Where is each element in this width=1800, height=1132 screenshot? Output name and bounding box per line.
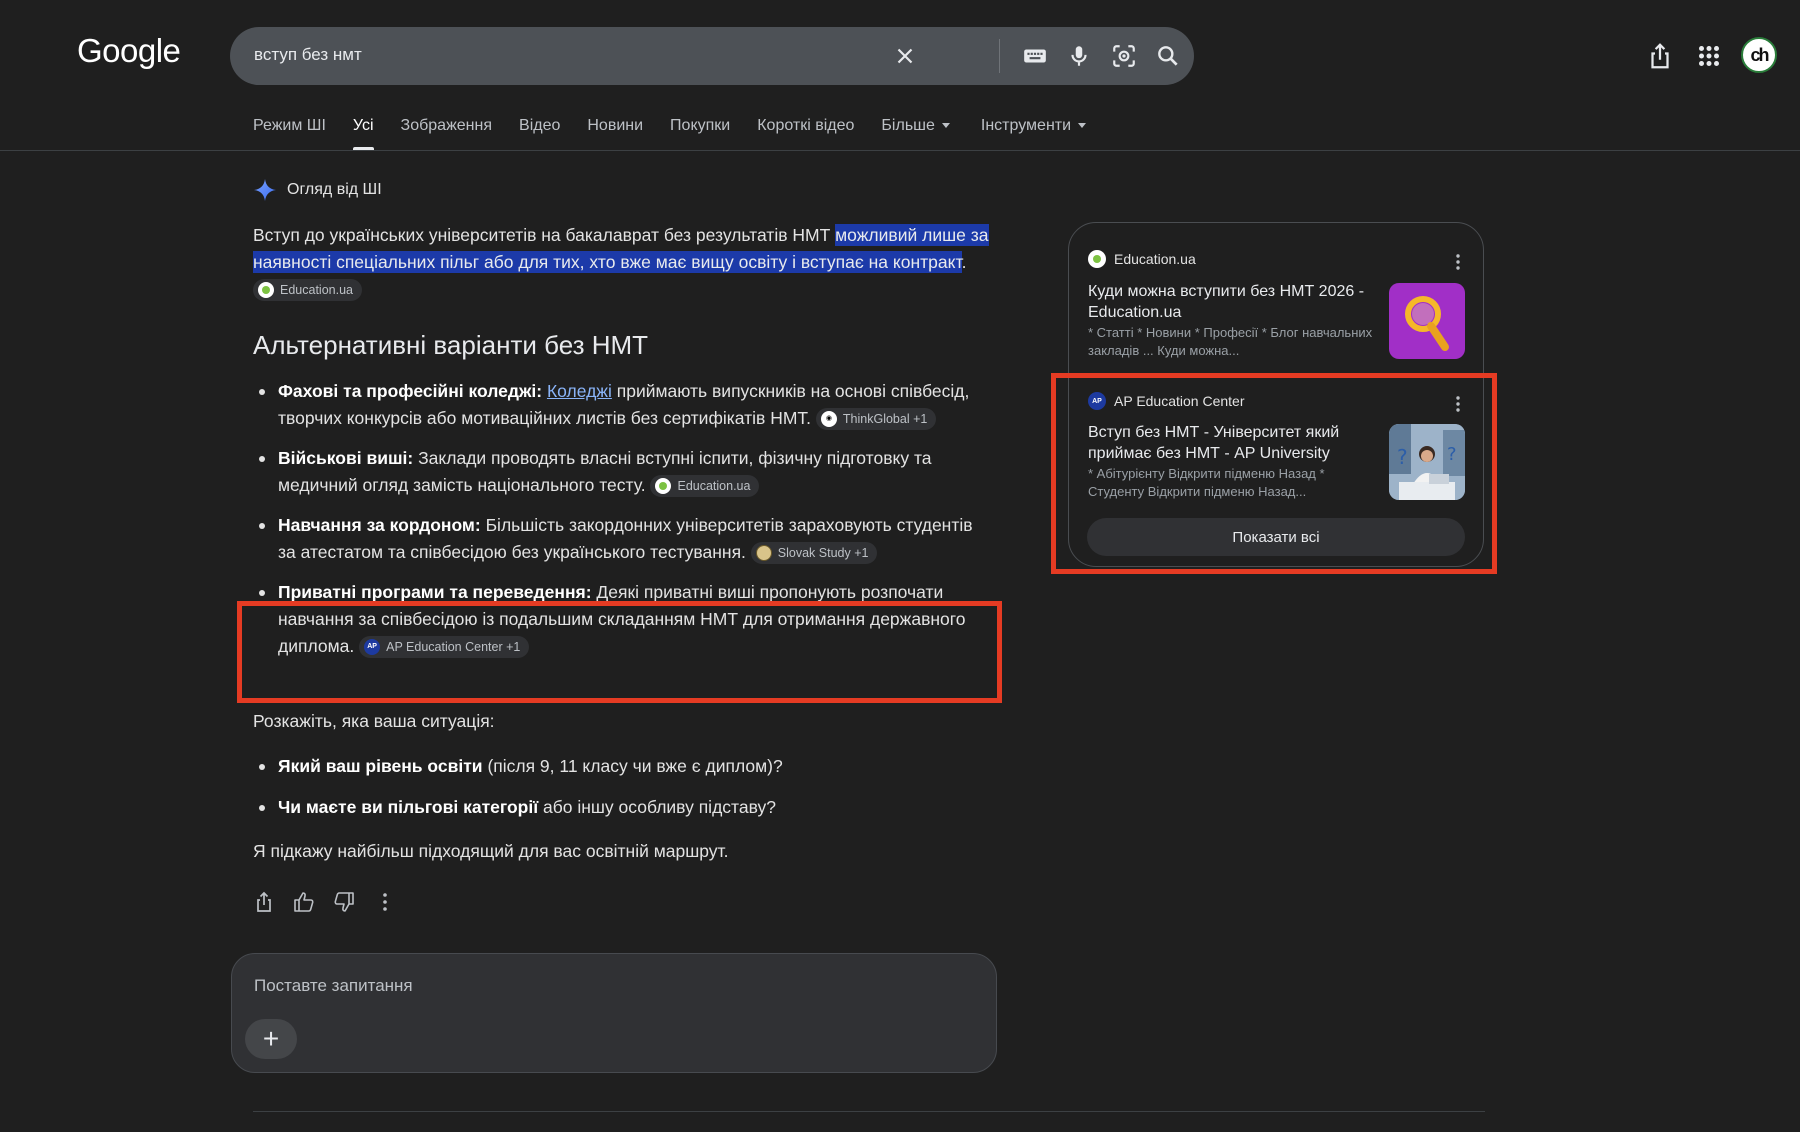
question-text: або іншу особливу підставу? [538,797,776,817]
source-chip-label: ThinkGlobal +1 [842,412,928,427]
ask-followup-box[interactable]: Поставте запитання + [231,953,997,1073]
card-source[interactable]: Education.ua [1088,250,1196,268]
source-chip[interactable]: Education.ua [650,475,760,498]
avatar[interactable]: ch [1741,37,1777,73]
highlight-box [237,601,1002,703]
apps-grid-icon[interactable] [1694,41,1724,71]
question-bold: Чи маєте ви пільгові категорії [278,797,539,817]
search-divider [999,39,1000,73]
tabs-divider [0,150,1800,151]
ask-input[interactable]: Поставте запитання [254,976,413,996]
chevron-down-icon [1078,123,1087,129]
intro-text: Вступ до українських університетів на ба… [253,225,836,245]
tab-all[interactable]: Усі [352,117,374,150]
search-tabs: Режим ШІ Усі Зображення Відео Новини Пок… [253,117,1113,150]
microphone-icon[interactable] [1066,43,1092,69]
source-chip-label: Education.ua [677,479,751,494]
education-ua-icon [1088,250,1106,268]
search-bar[interactable]: вступ без нмт [230,27,1194,85]
slovak-study-icon [755,545,772,562]
plus-icon: + [262,1023,280,1054]
ai-sparkle-icon [254,179,276,201]
search-icon[interactable] [1155,43,1181,69]
lens-icon[interactable] [1111,43,1137,69]
source-chip-label: Slovak Study +1 [777,546,869,561]
ai-overview-title: Огляд від ШІ [287,181,382,198]
item-bold: Фахові та професійні коледжі: [278,381,543,401]
list-item: Навчання за кордоном: Більшість закордон… [253,512,993,566]
avatar-initials: ch [1750,44,1769,65]
section-title: Альтернативні варіанти без НМТ [253,330,649,360]
list-item: Військові виші: Заклади проводять власні… [253,445,993,499]
search-input[interactable]: вступ без нмт [254,45,362,65]
item-bold: Навчання за кордоном: [278,515,481,535]
source-chip[interactable]: Education.ua [253,279,362,302]
source-chip[interactable]: Slovak Study +1 [750,542,878,565]
highlight-box [1051,373,1497,574]
google-logo[interactable]: Google [77,32,181,70]
card-snippet: * Статті * Новини * Професії * Блог навч… [1088,325,1373,358]
tab-videos[interactable]: Відео [519,117,560,135]
education-ua-icon [258,282,274,299]
tab-news[interactable]: Новини [587,117,643,135]
question-text: (після 9, 11 класу чи вже є диплом)? [482,756,783,776]
list-item: Фахові та професійні коледжі: Коледжі пр… [253,378,993,432]
ai-overview-intro: Вступ до українських університетів на ба… [253,222,993,303]
chevron-down-icon [941,123,950,129]
share-icon[interactable] [252,890,276,914]
tab-more-label: Більше [881,117,935,134]
share-icon[interactable] [1645,41,1675,71]
item-bold: Приватні програми та переведення: [278,582,592,602]
thumbs-up-icon[interactable] [292,890,316,914]
tab-images[interactable]: Зображення [401,117,492,135]
card-title[interactable]: Куди можна вступити без НМТ 2026 - Educa… [1088,281,1378,323]
colleges-link[interactable]: Коледжі [547,381,612,401]
tab-more[interactable]: Більше [881,117,950,135]
intro-end: . [961,252,967,272]
list-item: Який ваш рівень освіти (після 9, 11 клас… [253,753,993,780]
source-chip-label: Education.ua [280,283,353,298]
thumbs-down-icon[interactable] [332,890,356,914]
closing-text: Я підкажу найбільш підходящий для вас ос… [253,841,729,861]
ai-overview-header: Огляд від ШІ [253,178,382,202]
card-source-name: Education.ua [1114,251,1196,267]
education-ua-icon [655,478,672,495]
magnifier-thumbnail[interactable] [1389,283,1465,359]
tab-ai-mode[interactable]: Режим ШІ [253,117,326,135]
questions-list: Який ваш рівень освіти (після 9, 11 клас… [253,753,993,821]
keyboard-icon[interactable] [1022,43,1048,69]
source-chip[interactable]: ◉ ThinkGlobal +1 [815,408,937,431]
tab-tools-label: Інструменти [980,117,1072,134]
add-button[interactable]: + [245,1019,297,1059]
more-options-icon[interactable] [373,890,397,914]
list-item: Чи маєте ви пільгові категорії або іншу … [253,794,993,821]
more-options-icon[interactable] [1450,252,1466,272]
item-bold: Військові виші: [278,448,414,468]
clear-icon[interactable] [892,43,918,69]
tab-short-videos[interactable]: Короткі відео [757,117,854,135]
tab-shopping[interactable]: Покупки [670,117,730,135]
question-intro: Розкажіть, яка ваша ситуація: [253,711,495,731]
thinkglobal-icon: ◉ [820,411,837,428]
tab-tools[interactable]: Інструменти [980,117,1087,135]
question-bold: Який ваш рівень освіти [278,756,483,776]
bottom-divider [253,1111,1485,1112]
